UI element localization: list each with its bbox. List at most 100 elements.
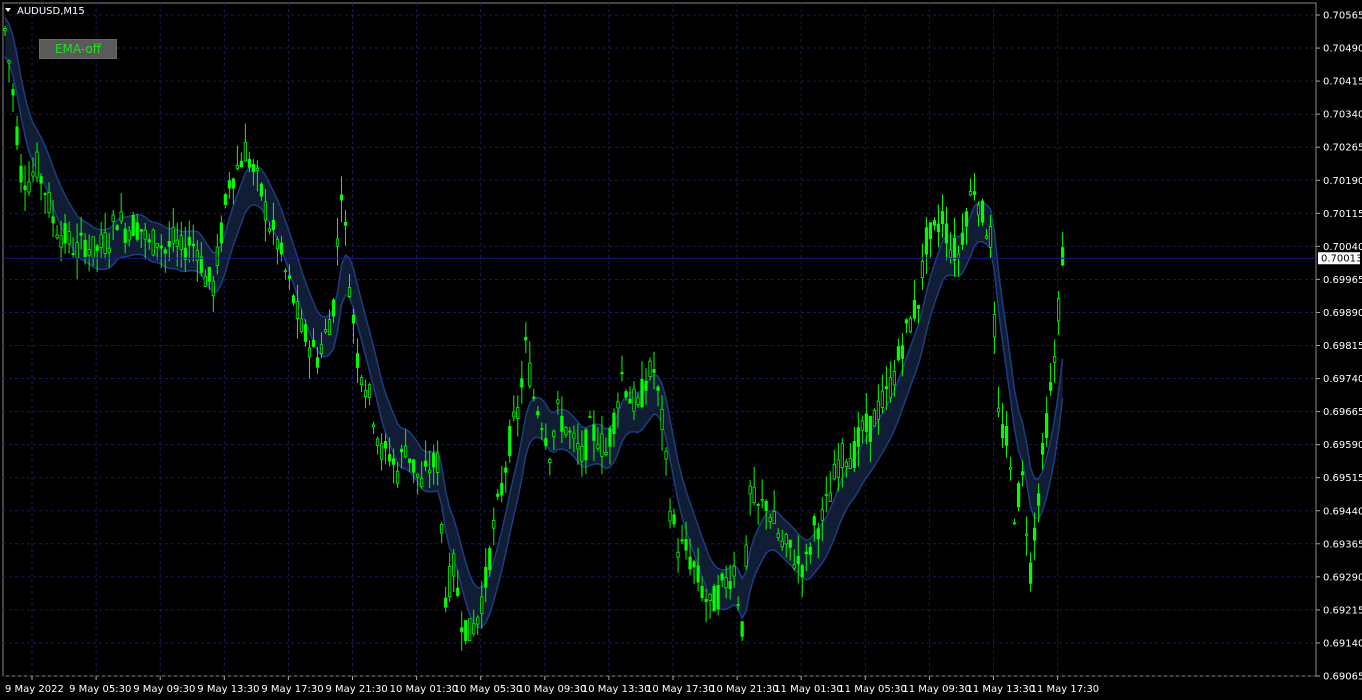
candle-body xyxy=(984,235,989,239)
candle-body xyxy=(800,565,804,578)
y-tick-label: 0.69515 xyxy=(1323,473,1362,484)
candle-body xyxy=(820,509,824,521)
candle-body xyxy=(588,416,592,418)
candle-body xyxy=(460,627,464,632)
candle-body xyxy=(279,242,284,255)
candle-body xyxy=(920,260,925,278)
x-tick-label: 9 May 2022 xyxy=(5,684,64,695)
candle-body xyxy=(628,398,632,404)
candle-body xyxy=(900,345,905,359)
candle-body xyxy=(852,441,856,468)
candle-body xyxy=(840,443,844,468)
x-tick-label: 11 May 01:30 xyxy=(774,684,843,695)
candle-body xyxy=(464,620,468,641)
candle-body xyxy=(688,556,692,570)
candle-body xyxy=(804,551,808,555)
candle-body xyxy=(552,430,556,438)
candle-body xyxy=(267,228,272,232)
x-tick-label: 10 May 17:30 xyxy=(646,684,715,695)
plot-border xyxy=(2,2,1317,677)
ema-toggle-button[interactable]: EMA-off xyxy=(39,39,117,59)
candle-body xyxy=(948,249,953,258)
ema-band-lower xyxy=(4,56,1064,629)
candle-body xyxy=(768,517,772,522)
candle-body xyxy=(660,408,664,430)
candle-body xyxy=(680,539,684,542)
price-chart[interactable]: 0.70565 0.70490 0.70415 0.70340 0.70265 0.701… xyxy=(0,0,1362,700)
symbol-dropdown-icon[interactable] xyxy=(5,8,11,12)
candle-body xyxy=(548,459,552,463)
candle-body xyxy=(387,454,392,462)
candle-body xyxy=(668,510,672,522)
candle-body xyxy=(207,267,211,282)
candle-body xyxy=(712,586,716,612)
y-tick-label: 0.70115 xyxy=(1323,209,1362,220)
candle-body xyxy=(187,236,191,246)
candle-body xyxy=(191,243,195,247)
candle-body xyxy=(299,318,304,333)
candle-body xyxy=(111,214,115,222)
candle-body xyxy=(908,317,913,333)
y-tick-label: 0.69215 xyxy=(1323,605,1362,616)
candle-body xyxy=(808,546,812,555)
y-tick-label: 0.69590 xyxy=(1323,440,1362,451)
candle-body xyxy=(123,228,127,243)
candle-body xyxy=(143,229,147,240)
candle-body xyxy=(536,411,540,416)
candle-body xyxy=(291,295,296,304)
candle-body xyxy=(632,388,636,412)
candle-body xyxy=(335,238,340,247)
candle-body xyxy=(928,222,933,240)
candle-body xyxy=(572,432,576,439)
candle-body xyxy=(772,511,776,524)
candle-body xyxy=(748,485,752,495)
candle-body xyxy=(836,459,840,478)
candle-body xyxy=(396,470,400,484)
candle-body xyxy=(812,516,816,526)
candle-body xyxy=(127,230,131,241)
candle-body xyxy=(147,239,151,243)
candle-body xyxy=(472,622,476,635)
candle-body xyxy=(504,467,508,473)
candle-body xyxy=(31,171,35,177)
candle-body xyxy=(952,237,957,261)
candle-body xyxy=(39,176,43,184)
candle-body xyxy=(964,211,969,227)
candle-body xyxy=(500,482,504,496)
y-tick-label: 0.69665 xyxy=(1323,407,1362,418)
candle-body xyxy=(1045,413,1049,438)
candle-body xyxy=(996,407,1001,413)
x-tick-label: 11 May 09:30 xyxy=(902,684,971,695)
candle-body xyxy=(11,88,15,96)
candle-body xyxy=(896,346,900,361)
candle-body xyxy=(960,232,965,245)
candle-body xyxy=(988,226,993,248)
candle-body xyxy=(63,223,67,244)
candle-body xyxy=(55,234,59,239)
candle-body xyxy=(271,219,276,230)
candle-body xyxy=(79,232,83,236)
candle-body xyxy=(584,429,588,461)
candle-body xyxy=(1000,424,1005,439)
candle-body xyxy=(311,339,316,347)
x-tick-label: 9 May 21:30 xyxy=(326,684,388,695)
candle-body xyxy=(59,235,63,248)
candle-body xyxy=(83,239,87,258)
candle-body xyxy=(211,280,215,297)
candle-body xyxy=(612,412,616,434)
candle-body xyxy=(540,428,544,430)
candle-body xyxy=(792,564,796,569)
candle-body xyxy=(383,441,388,449)
candle-body xyxy=(167,240,171,247)
candle-body xyxy=(448,566,452,597)
candle-body xyxy=(155,243,159,248)
candle-body xyxy=(355,353,360,368)
candle-body xyxy=(151,229,155,256)
ema-band-fill xyxy=(5,17,1063,628)
candle-body xyxy=(303,324,308,342)
candle-body xyxy=(379,443,384,460)
candle-body xyxy=(1061,247,1065,266)
candle-body xyxy=(932,220,937,226)
candle-body xyxy=(103,232,107,254)
candle-body xyxy=(880,390,884,408)
